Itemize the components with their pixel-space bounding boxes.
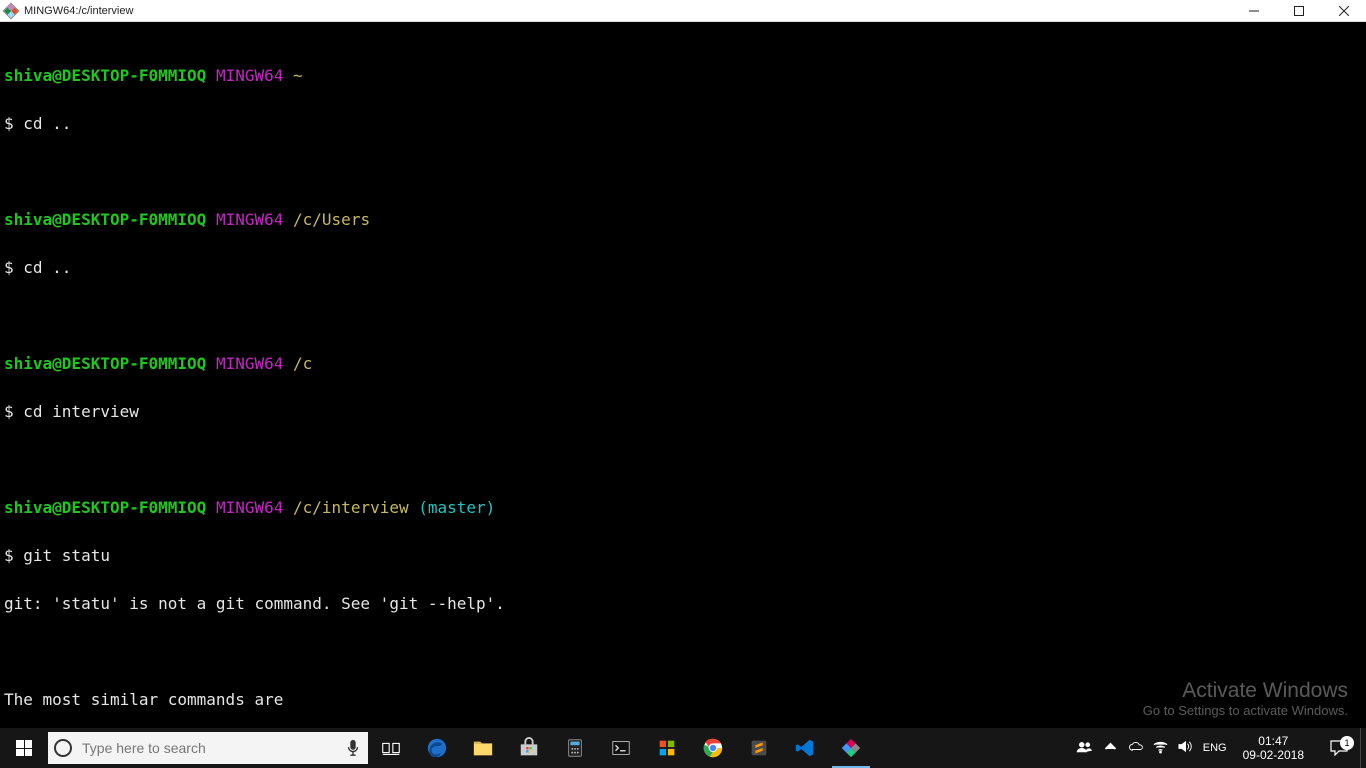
clock-date: 09-02-2018 bbox=[1243, 748, 1304, 762]
prompt-dollar: $ bbox=[4, 402, 23, 421]
prompt-system: MINGW64 bbox=[216, 210, 283, 229]
window-titlebar: MINGW64:/c/interview bbox=[0, 0, 1366, 22]
prompt-path: /c/interview bbox=[293, 498, 409, 517]
prompt-system: MINGW64 bbox=[216, 498, 283, 517]
task-view-button[interactable] bbox=[368, 728, 414, 768]
start-button[interactable] bbox=[0, 728, 48, 768]
close-button[interactable] bbox=[1321, 0, 1366, 21]
command-prompt-icon[interactable] bbox=[598, 728, 644, 768]
terminal[interactable]: shiva@DESKTOP-F0MMIOQ MINGW64 ~ $ cd .. … bbox=[0, 22, 1366, 728]
prompt-dollar: $ bbox=[4, 546, 23, 565]
prompt-dollar: $ bbox=[4, 114, 23, 133]
taskbar-clock[interactable]: 01:47 09-02-2018 bbox=[1237, 734, 1310, 762]
command-text: cd .. bbox=[23, 114, 71, 133]
prompt-path: /c/Users bbox=[293, 210, 370, 229]
taskbar-pinned-apps bbox=[368, 728, 874, 768]
maximize-button[interactable] bbox=[1276, 0, 1321, 21]
taskbar-search[interactable]: Type here to search bbox=[48, 732, 368, 764]
chrome-icon[interactable] bbox=[690, 728, 736, 768]
prompt-path: ~ bbox=[293, 66, 303, 85]
command-text: cd interview bbox=[23, 402, 139, 421]
people-icon[interactable] bbox=[1075, 738, 1093, 759]
search-placeholder: Type here to search bbox=[82, 740, 346, 756]
calculator-icon[interactable] bbox=[552, 728, 598, 768]
edge-icon[interactable] bbox=[414, 728, 460, 768]
language-indicator[interactable]: ENG bbox=[1203, 742, 1227, 754]
clock-time: 01:47 bbox=[1243, 734, 1304, 748]
microphone-icon[interactable] bbox=[346, 739, 360, 757]
network-icon[interactable] bbox=[1153, 739, 1168, 757]
volume-icon[interactable] bbox=[1178, 739, 1193, 757]
show-desktop-button[interactable] bbox=[1360, 728, 1366, 768]
prompt-path: /c bbox=[293, 354, 312, 373]
output-text: The most similar commands are bbox=[0, 688, 1366, 712]
notification-badge: 1 bbox=[1340, 736, 1354, 750]
vscode-icon[interactable] bbox=[782, 728, 828, 768]
store-icon[interactable] bbox=[506, 728, 552, 768]
prompt-system: MINGW64 bbox=[216, 354, 283, 373]
prompt-dollar: $ bbox=[4, 258, 23, 277]
prompt-user: shiva@DESKTOP-F0MMIOQ bbox=[4, 354, 206, 373]
taskbar: Type here to search bbox=[0, 728, 1366, 768]
command-text: git statu bbox=[23, 546, 110, 565]
window-title: MINGW64:/c/interview bbox=[24, 5, 133, 17]
windows-logo-icon bbox=[16, 740, 32, 756]
git-bash-icon[interactable] bbox=[828, 728, 874, 768]
prompt-system: MINGW64 bbox=[216, 66, 283, 85]
output-text: git: 'statu' is not a git command. See '… bbox=[0, 592, 1366, 616]
file-explorer-icon[interactable] bbox=[460, 728, 506, 768]
system-tray: ENG 01:47 09-02-2018 bbox=[1067, 728, 1318, 768]
prompt-branch: (master) bbox=[418, 498, 495, 517]
minimize-button[interactable] bbox=[1231, 0, 1276, 21]
microsoft-app-icon[interactable] bbox=[644, 728, 690, 768]
prompt-user: shiva@DESKTOP-F0MMIOQ bbox=[4, 210, 206, 229]
prompt-user: shiva@DESKTOP-F0MMIOQ bbox=[4, 66, 206, 85]
tray-chevron-up-icon[interactable] bbox=[1103, 739, 1118, 757]
action-center-button[interactable]: 1 bbox=[1318, 728, 1360, 768]
cortana-icon bbox=[54, 739, 72, 757]
onedrive-icon[interactable] bbox=[1128, 739, 1143, 757]
app-icon bbox=[4, 4, 18, 18]
prompt-user: shiva@DESKTOP-F0MMIOQ bbox=[4, 498, 206, 517]
command-text: cd .. bbox=[23, 258, 71, 277]
sublime-text-icon[interactable] bbox=[736, 728, 782, 768]
